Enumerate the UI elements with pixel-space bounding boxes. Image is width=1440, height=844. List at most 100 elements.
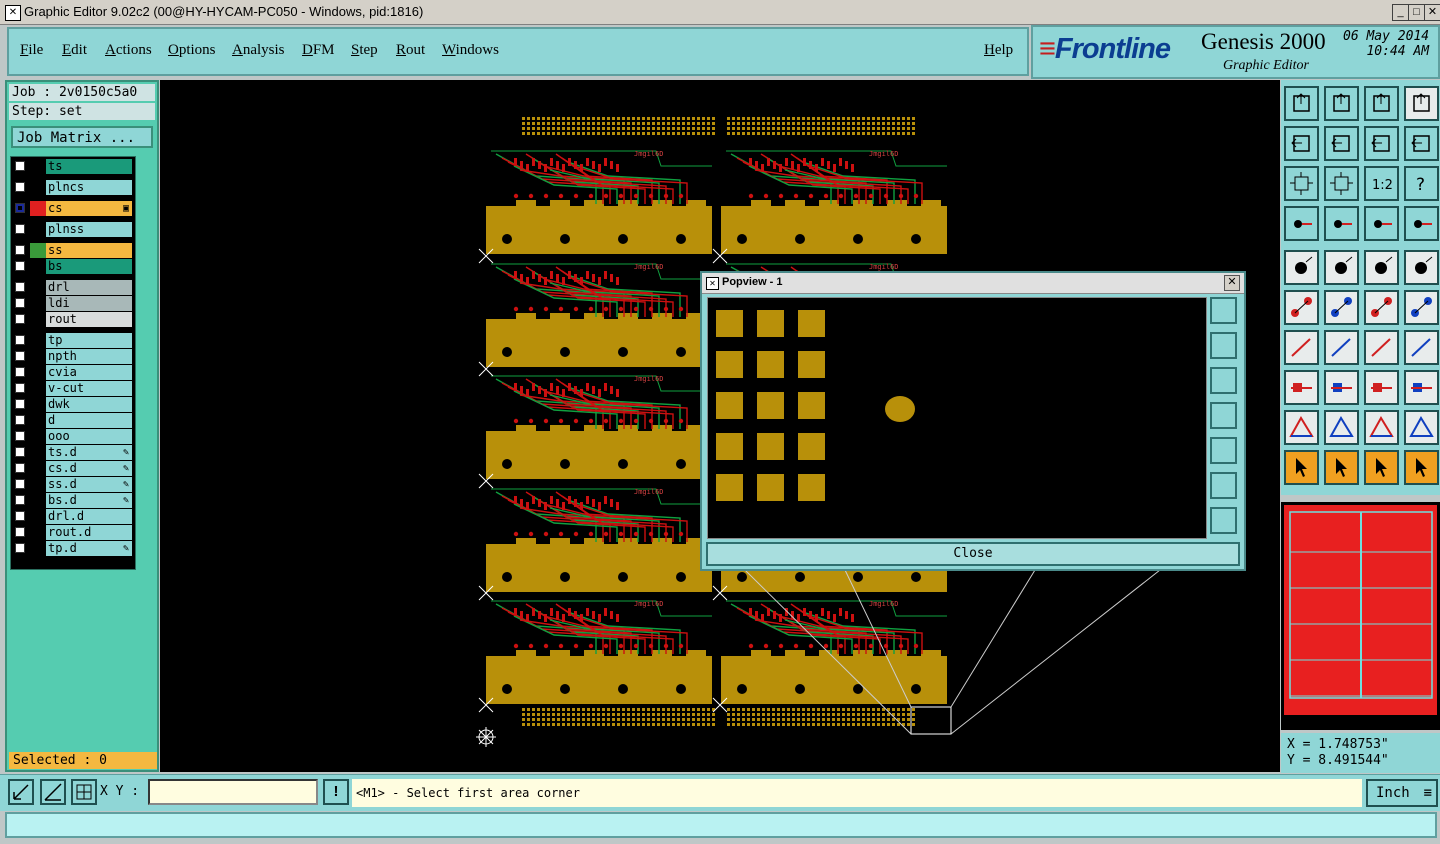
layer-color-swatch[interactable]: [30, 333, 46, 348]
layer-color-swatch[interactable]: [30, 201, 46, 216]
zoom-right-button[interactable]: [1324, 126, 1359, 161]
layer-name[interactable]: cs.d ✎: [46, 461, 132, 476]
layer-color-swatch[interactable]: [30, 381, 46, 396]
layer-checkbox[interactable]: [15, 495, 25, 505]
layer-color-swatch[interactable]: [30, 296, 46, 311]
overview-map[interactable]: [1281, 502, 1440, 730]
layer-row-drl[interactable]: drl: [12, 280, 134, 295]
info-button[interactable]: !: [323, 779, 349, 805]
layer-color-swatch[interactable]: [30, 493, 46, 508]
layer-row-rout-d[interactable]: rout.d: [12, 525, 134, 540]
layer-checkbox[interactable]: [15, 527, 25, 537]
layer-checkbox[interactable]: [15, 314, 25, 324]
layer-checkbox[interactable]: [15, 367, 25, 377]
layer-checkbox[interactable]: [15, 282, 25, 292]
layer-row-npth[interactable]: npth: [12, 349, 134, 364]
layer-name[interactable]: drl: [46, 280, 132, 295]
job-matrix-button[interactable]: Job Matrix ...: [11, 126, 153, 148]
resize-button[interactable]: [1364, 370, 1399, 405]
popview-close-button[interactable]: Close: [706, 542, 1240, 566]
measure-mode-button[interactable]: [40, 779, 66, 805]
layer-color-swatch[interactable]: [30, 461, 46, 476]
layer-checkbox[interactable]: [15, 511, 25, 521]
layer-row-cs[interactable]: cs ▣: [12, 201, 134, 216]
popview-zoom-in-button[interactable]: [1210, 472, 1237, 499]
angle-blue-button[interactable]: [1404, 410, 1439, 445]
menu-step[interactable]: Step: [351, 42, 378, 59]
layer-name[interactable]: tp.d ✎: [46, 541, 132, 556]
popview-pan-right-button[interactable]: [1210, 437, 1237, 464]
layer-row-dwk[interactable]: dwk: [12, 397, 134, 412]
unit-selector[interactable]: Inch ≡: [1366, 779, 1438, 807]
pad-select-button[interactable]: [1284, 370, 1319, 405]
layer-checkbox[interactable]: [15, 182, 25, 192]
layer-row-tp[interactable]: tp: [12, 333, 134, 348]
layer-checkbox[interactable]: [15, 261, 25, 271]
layer-name[interactable]: ss.d ✎: [46, 477, 132, 492]
menu-rout[interactable]: Rout: [396, 42, 425, 59]
layer-checkbox[interactable]: [15, 399, 25, 409]
layer-checkbox[interactable]: [15, 447, 25, 457]
zoom-left-button[interactable]: [1284, 126, 1319, 161]
layer-checkbox[interactable]: [15, 161, 25, 171]
save-job-button[interactable]: [1324, 86, 1359, 121]
layer-row-tp-d[interactable]: tp.d ✎: [12, 541, 134, 556]
layer-name[interactable]: tp: [46, 333, 132, 348]
layer-name[interactable]: ts: [46, 159, 132, 174]
layer-row-ooo[interactable]: ooo: [12, 429, 134, 444]
move-node-button[interactable]: [1284, 290, 1319, 325]
display-layer-b-button[interactable]: [1404, 206, 1439, 241]
select-cursor-button[interactable]: [1284, 450, 1319, 485]
snap-tool-button[interactable]: [1324, 206, 1359, 241]
add-circle-button[interactable]: [1404, 250, 1439, 285]
layer-color-swatch[interactable]: [30, 280, 46, 295]
pan-center-button[interactable]: [1324, 166, 1359, 201]
menu-help[interactable]: Help: [984, 42, 1013, 59]
layer-name[interactable]: v-cut: [46, 381, 132, 396]
menu-file[interactable]: File: [20, 42, 43, 59]
layer-name[interactable]: plncs: [46, 180, 132, 195]
undo-button[interactable]: [1364, 126, 1399, 161]
split-line-button[interactable]: [1324, 370, 1359, 405]
layer-color-swatch[interactable]: [30, 413, 46, 428]
display-layer-a-button[interactable]: [1364, 206, 1399, 241]
layer-color-swatch[interactable]: [30, 180, 46, 195]
popview-close-icon[interactable]: ✕: [1224, 275, 1240, 291]
add-line-button[interactable]: [1324, 250, 1359, 285]
line-red-button[interactable]: [1284, 330, 1319, 365]
layer-checkbox[interactable]: [15, 463, 25, 473]
layer-checkbox[interactable]: [15, 298, 25, 308]
route-tool-button[interactable]: [1404, 450, 1439, 485]
layer-row-bs-d[interactable]: bs.d ✎: [12, 493, 134, 508]
layer-row-ts-d[interactable]: ts.d ✎: [12, 445, 134, 460]
layer-checkbox[interactable]: [15, 224, 25, 234]
layer-checkbox[interactable]: [15, 335, 25, 345]
layer-color-swatch[interactable]: [30, 445, 46, 460]
layer-row-plncs[interactable]: plncs: [12, 180, 134, 195]
layer-color-swatch[interactable]: [30, 365, 46, 380]
snap-mode-button[interactable]: [8, 779, 34, 805]
layer-row-ts[interactable]: ts: [12, 159, 134, 174]
slope-red-button[interactable]: [1284, 410, 1319, 445]
redo-button[interactable]: [1404, 126, 1439, 161]
layer-row-ss-d[interactable]: ss.d ✎: [12, 477, 134, 492]
grid-mode-button[interactable]: [71, 779, 97, 805]
angle-red-button[interactable]: [1364, 410, 1399, 445]
layer-row-rout[interactable]: rout: [12, 312, 134, 327]
layer-name[interactable]: bs.d ✎: [46, 493, 132, 508]
layer-name[interactable]: ooo: [46, 429, 132, 444]
popview-pan-down-button[interactable]: [1210, 367, 1237, 394]
layer-color-swatch[interactable]: [30, 159, 46, 174]
select-poly-button[interactable]: [1364, 450, 1399, 485]
layer-row-v-cut[interactable]: v-cut: [12, 381, 134, 396]
layer-color-swatch[interactable]: [30, 312, 46, 327]
menu-analysis[interactable]: Analysis: [232, 42, 285, 59]
select-area-button[interactable]: [1324, 450, 1359, 485]
layer-row-ss[interactable]: ss: [12, 243, 134, 258]
open-job-button[interactable]: [1284, 86, 1319, 121]
menu-windows[interactable]: Windows: [442, 42, 499, 59]
layer-color-swatch[interactable]: [30, 349, 46, 364]
home-button[interactable]: [1364, 86, 1399, 121]
add-pad-button[interactable]: [1284, 250, 1319, 285]
layer-name[interactable]: bs: [46, 259, 132, 274]
